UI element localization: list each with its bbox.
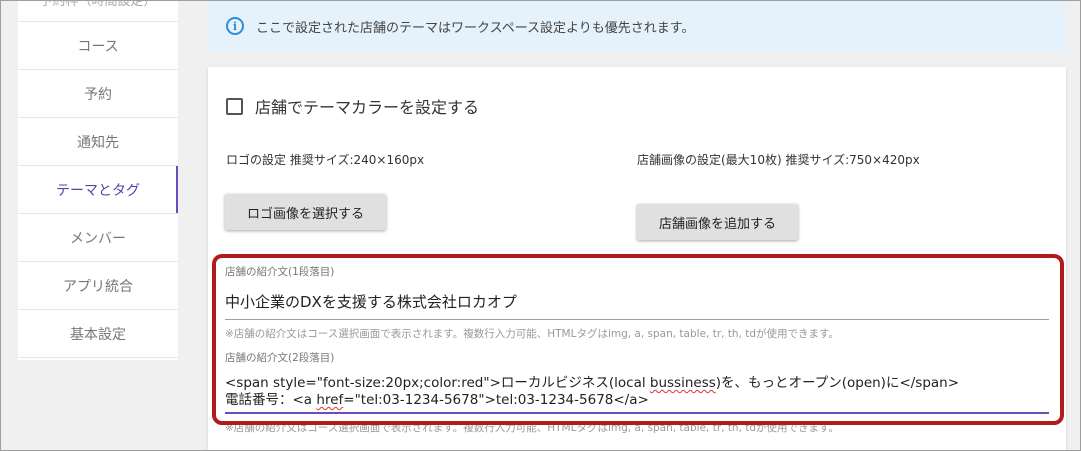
intro-paragraph-1-field: 店舗の紹介文(1段落目) 中小企業のDXを支援する株式会社ロカオプ ※店舗の紹介… (225, 264, 1049, 341)
add-store-image-button[interactable]: 店舗画像を追加する (637, 204, 798, 240)
intro-paragraph-2-line-1: <span style="font-size:20px;color:red">ロ… (225, 375, 1049, 392)
intro-paragraph-2-field: 店舗の紹介文(2段落目) <span style="font-size:20px… (225, 350, 1049, 435)
spellcheck-word: href (316, 392, 344, 408)
text-segment: 電話番号：<a (225, 392, 317, 408)
sidebar-item-label: コース (77, 38, 119, 55)
info-alert: i ここで設定された店舗のテーマはワークスペース設定よりも優先されます。 (208, 0, 1066, 52)
logo-setting-label: ロゴの設定 推奨サイズ:240×160px (226, 153, 425, 167)
intro-paragraph-1-input[interactable]: 中小企業のDXを支援する株式会社ロカオプ (225, 279, 1049, 320)
store-image-setting-label: 店舗画像の設定(最大10枚) 推奨サイズ:750×420px (637, 153, 920, 167)
intro-paragraph-2-line-2: 電話番号：<a href="tel:03-1234-5678">tel:03-1… (225, 392, 1049, 409)
sidebar-item-course[interactable]: コース (18, 22, 178, 70)
intro-paragraph-2-hint: ※店舗の紹介文はコース選択画面で表示されます。複数行入力可能、HTMLタグはim… (225, 422, 839, 434)
sidebar-item-reservation[interactable]: 予約 (18, 70, 178, 118)
theme-settings-card: 店舗でテーマカラーを設定する ロゴの設定 推奨サイズ:240×160px 店舗画… (208, 67, 1066, 451)
sidebar-item-notification[interactable]: 通知先 (18, 118, 178, 166)
sidebar-item-basic-settings[interactable]: 基本設定 (18, 310, 178, 358)
theme-color-checkbox-label: 店舗でテーマカラーを設定する (255, 98, 480, 117)
sidebar-item-label: アプリ統合 (63, 278, 133, 295)
sidebar-item-label: 予約 (84, 86, 112, 103)
intro-paragraph-1-label: 店舗の紹介文(1段落目) (225, 266, 335, 278)
sidebar-item-app-integration[interactable]: アプリ統合 (18, 262, 178, 310)
intro-paragraph-2-label: 店舗の紹介文(2段落目) (225, 352, 335, 364)
sidebar-item-label: 通知先 (77, 134, 119, 151)
info-alert-text: ここで設定された店舗のテーマはワークスペース設定よりも優先されます。 (256, 20, 695, 36)
spellcheck-word: bussiness (649, 375, 716, 391)
sidebar: 予約枠（時間設定） コース 予約 通知先 テーマとタグ メンバー アプリ統合 基… (18, 0, 178, 360)
sidebar-item-members[interactable]: メンバー (18, 214, 178, 262)
select-logo-button[interactable]: ロゴ画像を選択する (225, 194, 386, 230)
sidebar-item-label: メンバー (70, 230, 126, 247)
sidebar-item-theme-tags[interactable]: テーマとタグ (18, 166, 178, 214)
intro-paragraph-2-input[interactable]: <span style="font-size:20px;color:red">ロ… (225, 365, 1049, 414)
text-segment: ="tel:03-1234-5678">tel:03-1234-5678</a> (343, 392, 649, 408)
text-segment: <span style="font-size:20px;color:red">ロ… (225, 375, 650, 391)
sidebar-item-label: 予約枠（時間設定） (39, 0, 157, 9)
theme-color-checkbox[interactable]: 店舗でテーマカラーを設定する (226, 94, 479, 118)
text-segment: )を、もっとオープン(open)に</span> (715, 375, 960, 391)
intro-paragraph-1-hint: ※店舗の紹介文はコース選択画面で表示されます。複数行入力可能、HTMLタグはim… (225, 328, 839, 340)
checkbox-box[interactable] (226, 97, 243, 115)
sidebar-item-label: 基本設定 (70, 326, 126, 343)
info-icon: i (226, 17, 244, 35)
sidebar-item-reservation-slots[interactable]: 予約枠（時間設定） (18, 0, 178, 22)
sidebar-item-label: テーマとタグ (56, 182, 140, 199)
